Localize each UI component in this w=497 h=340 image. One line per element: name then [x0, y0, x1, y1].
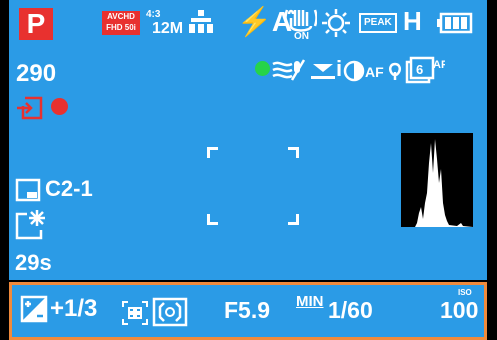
camera-screen: P AVCHD FHD 50i 4:3 12M ⚡A ON PEAK H 290…	[0, 0, 497, 340]
record-dot	[51, 98, 68, 115]
svg-text:AF: AF	[433, 59, 445, 71]
wind-cut-icon	[272, 59, 306, 81]
level-icon	[311, 64, 335, 79]
af-frame-top-right	[288, 147, 299, 158]
exposure-comp-value[interactable]: +1/3	[50, 295, 97, 323]
histogram	[401, 133, 473, 227]
af-frame-bottom-left	[207, 214, 218, 225]
aperture-value[interactable]: F5.9	[224, 297, 270, 324]
svg-text:AF: AF	[365, 64, 384, 80]
peaking-icon: PEAK	[359, 13, 397, 33]
image-size: 12M	[152, 20, 184, 37]
bottom-info-bar: +1/3 F5.9 MIN 1/60 ISO 100	[9, 282, 487, 340]
af-frame-top-left	[207, 147, 218, 158]
card-write-icon	[17, 96, 43, 120]
shutter-speed-value[interactable]: 1/60	[328, 297, 373, 324]
iso-value[interactable]: 100	[440, 297, 478, 324]
live-view: P AVCHD FHD 50i 4:3 12M ⚡A ON PEAK H 290…	[9, 0, 487, 280]
metering-icon	[152, 297, 188, 327]
rec-format-line1: AVCHD	[107, 12, 135, 21]
self-timer-seconds: 29s	[15, 250, 52, 275]
i-dynamic-letter: i	[336, 56, 343, 81]
min-shutter-label: MIN	[296, 293, 324, 310]
svg-text:6: 6	[416, 62, 423, 77]
af-mode-icon: 6 AF	[405, 56, 445, 84]
af-area-icon	[122, 301, 148, 325]
svg-text:ON: ON	[294, 31, 309, 40]
stabilizer-on-icon: ON	[285, 9, 317, 40]
flash-icon: ⚡A	[237, 6, 293, 37]
custom-set: C2-1	[45, 176, 93, 201]
histogram-graph	[401, 139, 473, 227]
battery-icon	[437, 12, 473, 34]
self-timer-icon	[15, 210, 45, 240]
rec-format-line2: FHD 50i	[106, 23, 136, 32]
quality-icon	[189, 10, 213, 33]
af-macro-icon: AF	[365, 62, 402, 80]
mode-badge[interactable]: P	[19, 8, 53, 40]
iso-label: ISO	[458, 288, 472, 297]
green-status-dot	[255, 61, 270, 76]
peaking-label: PEAK	[364, 17, 392, 28]
aspect-ratio: 4:3	[146, 9, 161, 20]
white-balance-sun-icon	[322, 9, 350, 37]
af-frame-bottom-right	[288, 214, 299, 225]
i-dynamic-icon	[343, 60, 365, 82]
peaking-level: H	[403, 6, 422, 36]
shots-remaining: 290	[16, 60, 57, 87]
exposure-comp-icon	[20, 295, 48, 323]
avchd-record-icon: AVCHD FHD 50i	[102, 11, 140, 35]
aspect-ratio-icon: 4:3 12M	[146, 9, 184, 37]
